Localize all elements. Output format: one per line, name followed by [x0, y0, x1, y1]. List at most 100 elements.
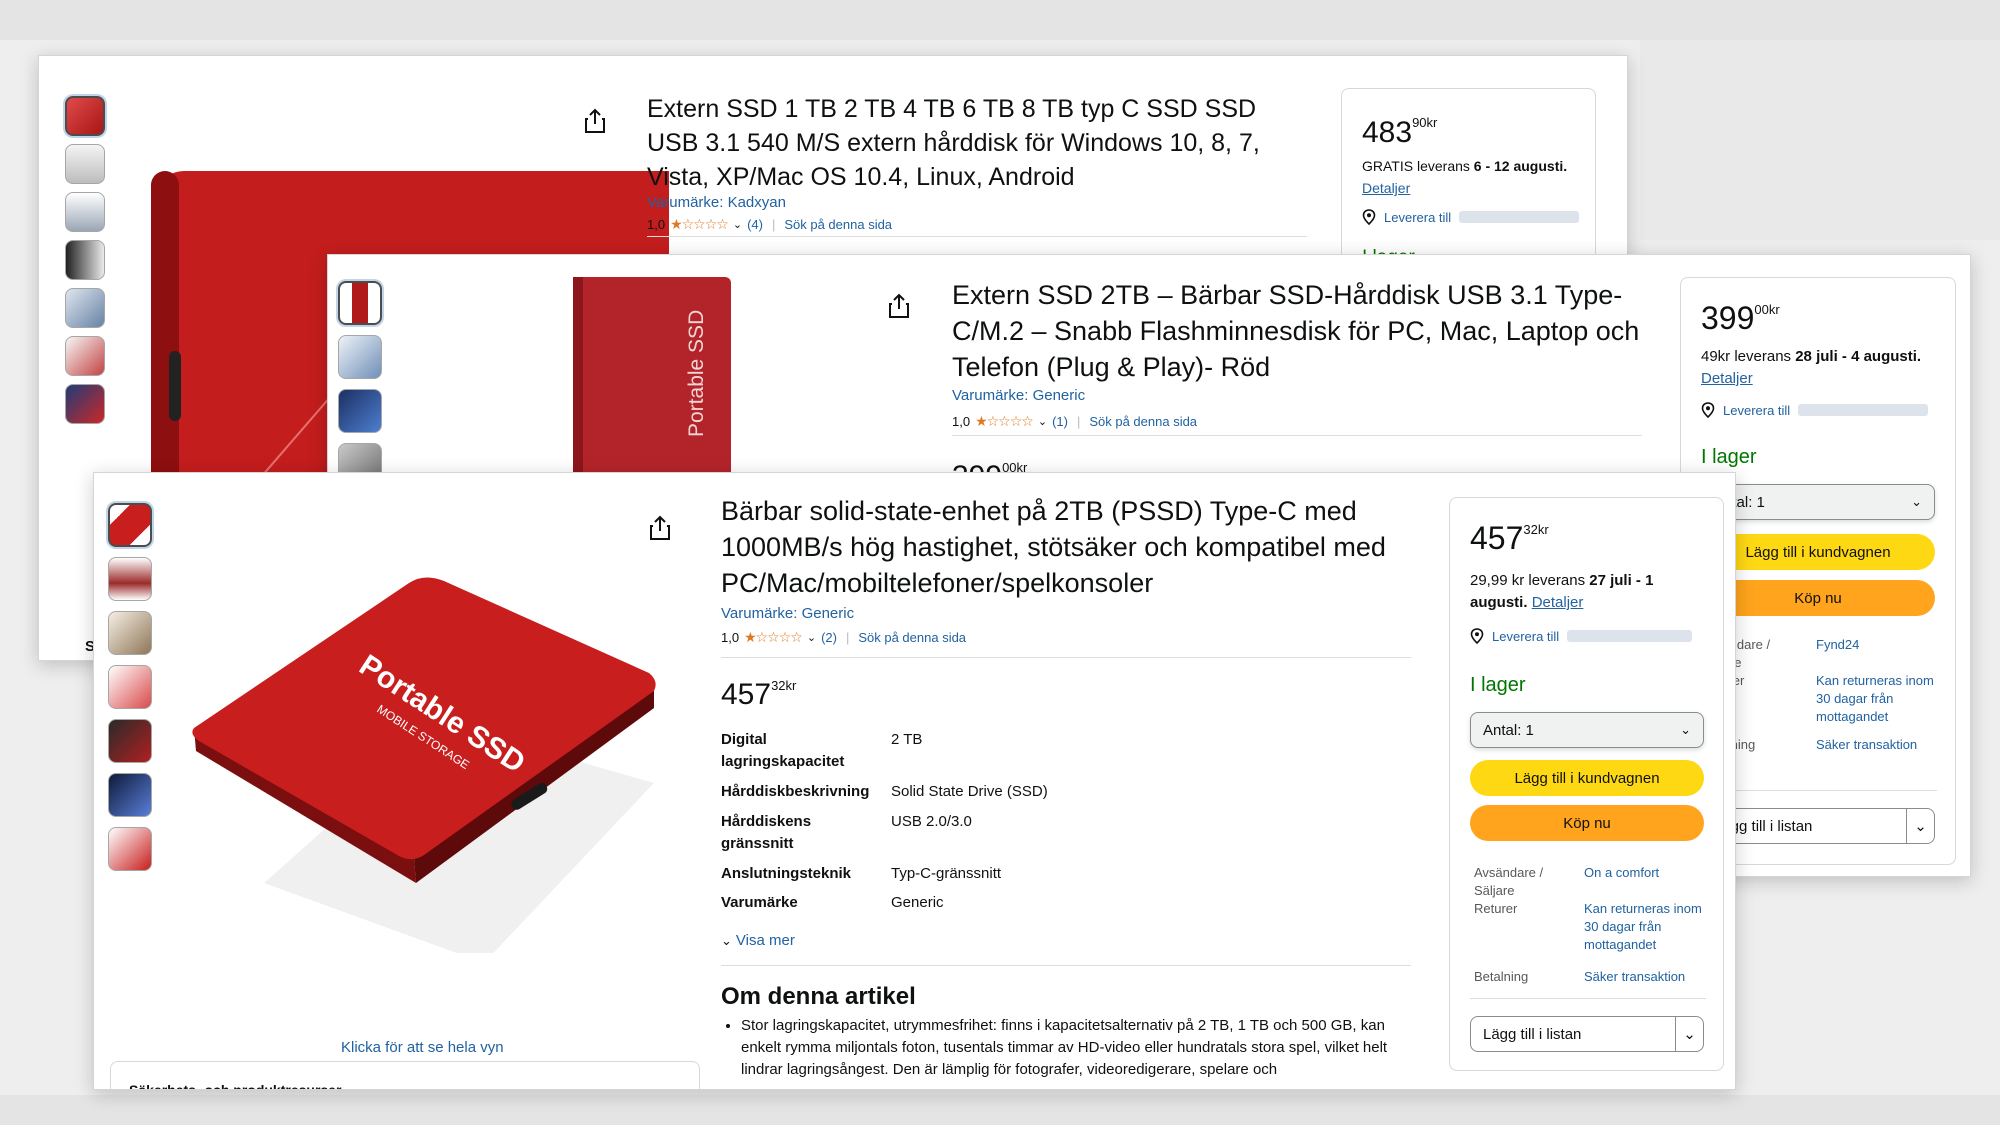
usb-port: [169, 351, 181, 421]
shipper-label: Avsändare / Säljare: [1474, 865, 1544, 898]
buy-box: 45732kr 29,99 kr leverans 27 juli - 1 au…: [1449, 497, 1724, 1071]
thumbnail-5[interactable]: [108, 719, 152, 763]
spec-value: Generic: [891, 894, 944, 911]
returns-value[interactable]: Kan returneras inom 30 dagar från mottag…: [1584, 900, 1704, 954]
star-rating-icon[interactable]: ★☆☆☆☆: [975, 413, 1034, 430]
price-fraction: 32: [771, 678, 786, 693]
spec-key: Digital lagringskapacitet: [721, 731, 845, 770]
chevron-down-icon[interactable]: ⌄: [733, 218, 742, 231]
delivery-info: GRATIS leverans 6 - 12 augusti. Detaljer: [1362, 155, 1577, 199]
star-rating-icon[interactable]: ★☆☆☆☆: [670, 216, 729, 233]
review-count-link[interactable]: (2): [821, 630, 837, 645]
delivery-info: 49kr leverans 28 juli - 4 augusti. Detal…: [1701, 346, 1937, 390]
thumbnail-7[interactable]: [108, 827, 152, 871]
chevron-down-icon[interactable]: ⌄: [807, 631, 816, 644]
payment-value[interactable]: Säker transaktion: [1816, 736, 1936, 754]
thumbnail-2[interactable]: [65, 144, 105, 184]
background-tile: [0, 1095, 2000, 1125]
thumbnail-7[interactable]: [65, 384, 105, 424]
deliver-to-row[interactable]: Leverera till: [1470, 628, 1693, 644]
rating-value: 1,0: [647, 217, 666, 232]
thumbnail-2[interactable]: [338, 335, 382, 379]
address-redacted: [1798, 404, 1929, 416]
add-to-list-button[interactable]: Lägg till i listan ⌄: [1701, 808, 1935, 844]
price-whole: 483: [1362, 116, 1413, 149]
thumbnail-1[interactable]: [338, 281, 382, 325]
thumbnail-5[interactable]: [65, 288, 105, 328]
location-pin-icon: [1362, 209, 1376, 225]
chevron-down-icon[interactable]: ⌄: [1906, 809, 1934, 843]
separator: |: [1076, 414, 1081, 429]
chevron-down-icon[interactable]: ⌄: [1038, 415, 1047, 428]
chevron-down-icon[interactable]: ⌄: [1675, 1017, 1703, 1051]
thumbnail-6[interactable]: [65, 336, 105, 376]
spec-value: Typ-C-gränssnitt: [891, 865, 1002, 882]
review-count-link[interactable]: (1): [1052, 414, 1068, 429]
price-whole: 399: [1701, 300, 1755, 336]
details-link[interactable]: Detaljer: [1362, 180, 1410, 196]
thumbnail-3[interactable]: [108, 611, 152, 655]
search-page-link[interactable]: Sök på denna sida: [784, 217, 892, 232]
thumbnail-4[interactable]: [108, 665, 152, 709]
thumbnail-1[interactable]: [108, 503, 152, 547]
thumbnail-1[interactable]: [65, 96, 105, 136]
thumbnail-strip: [108, 503, 152, 871]
spec-value: 2 TB: [891, 731, 923, 748]
returns-label: Returer: [1474, 901, 1518, 916]
quantity-label: Antal: 1: [1483, 721, 1534, 739]
full-view-link[interactable]: Klicka för att se hela vyn: [341, 1039, 504, 1056]
add-to-cart-button[interactable]: Lägg till i kundvagnen: [1470, 760, 1704, 796]
details-link[interactable]: Detaljer: [1532, 594, 1584, 611]
buybox-price: 48390kr: [1362, 105, 1437, 151]
divider: [952, 435, 1642, 436]
ssd-label: Portable SSD: [685, 310, 708, 437]
product-card-3: Portable SSD MOBILE STORAGE Klicka för a…: [93, 472, 1736, 1090]
brand-link[interactable]: Varumärke: Generic: [721, 605, 854, 622]
star-rating-icon[interactable]: ★☆☆☆☆: [744, 629, 803, 646]
review-count-link[interactable]: (4): [747, 217, 763, 232]
delivery-info: 29,99 kr leverans 27 juli - 1 augusti. D…: [1470, 570, 1705, 614]
thumbnail-6[interactable]: [108, 773, 152, 817]
returns-value[interactable]: Kan returneras inom 30 dagar från mottag…: [1816, 672, 1936, 726]
brand-link[interactable]: Varumärke: Generic: [952, 387, 1085, 404]
search-page-link[interactable]: Sök på denna sida: [1089, 414, 1197, 429]
details-link[interactable]: Detaljer: [1701, 370, 1753, 387]
price-whole: 457: [721, 678, 772, 711]
buy-box: 48390kr GRATIS leverans 6 - 12 augusti. …: [1341, 88, 1596, 278]
safety-resources-box[interactable]: Säkerhets- och produktresurser: [110, 1061, 700, 1090]
spec-key: Varumärke: [721, 894, 798, 911]
stock-status: I lager: [1470, 674, 1526, 696]
buy-now-button[interactable]: Köp nu: [1701, 580, 1935, 616]
delivery-prefix: GRATIS leverans: [1362, 158, 1474, 174]
deliver-to-label: Leverera till: [1492, 628, 1560, 644]
deliver-to-row[interactable]: Leverera till: [1362, 209, 1580, 225]
product-image: Portable SSD MOBILE STORAGE: [192, 577, 656, 953]
spec-table: Digital lagringskapacitet 2 TB Hårddiskb…: [721, 729, 1141, 911]
thumbnail-3[interactable]: [338, 389, 382, 433]
separator: |: [771, 217, 776, 232]
share-icon[interactable]: [649, 515, 671, 541]
search-page-link[interactable]: Sök på denna sida: [858, 630, 966, 645]
thumbnail-4[interactable]: [65, 240, 105, 280]
share-icon[interactable]: [888, 293, 910, 319]
safety-heading: Säkerhets- och produktresurser: [129, 1082, 342, 1090]
thumbnail-2[interactable]: [108, 557, 152, 601]
deliver-to-row[interactable]: Leverera till: [1701, 402, 1929, 418]
see-more-link[interactable]: ⌄ Visa mer: [721, 932, 795, 949]
shipper-value[interactable]: On a comfort: [1584, 864, 1704, 882]
thumbnail-3[interactable]: [65, 192, 105, 232]
chevron-down-icon: ⌄: [1911, 494, 1922, 509]
add-to-cart-button[interactable]: Lägg till i kundvagnen: [1701, 534, 1935, 570]
quantity-select[interactable]: Antal: 1 ⌄: [1470, 712, 1704, 748]
rating-row: 1,0 ★☆☆☆☆ ⌄ (1) | Sök på denna sida: [952, 413, 1197, 430]
add-to-list-button[interactable]: Lägg till i listan ⌄: [1470, 1016, 1704, 1052]
brand-link[interactable]: Varumärke: Kadxyan: [647, 194, 786, 211]
quantity-select[interactable]: Antal: 1 ⌄: [1701, 484, 1935, 520]
buy-now-button[interactable]: Köp nu: [1470, 805, 1704, 841]
share-icon[interactable]: [584, 108, 606, 134]
price-currency: kr: [785, 678, 797, 693]
chevron-down-icon: ⌄: [1680, 722, 1691, 737]
payment-value[interactable]: Säker transaktion: [1584, 968, 1704, 986]
background-tile: [1640, 40, 2000, 240]
shipper-value[interactable]: Fynd24: [1816, 636, 1936, 654]
